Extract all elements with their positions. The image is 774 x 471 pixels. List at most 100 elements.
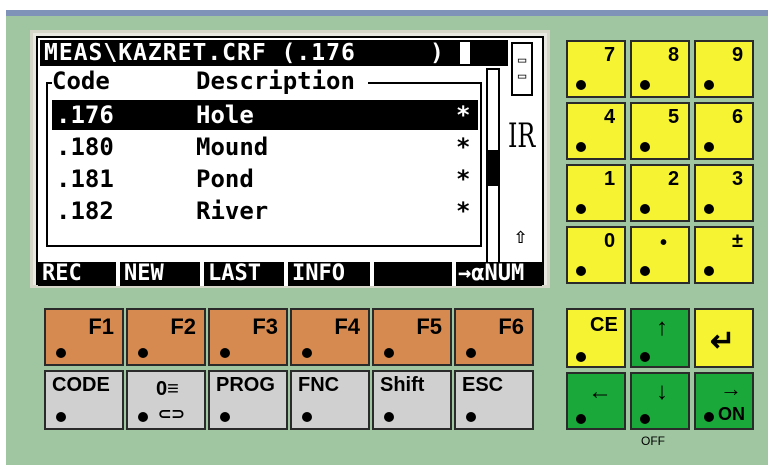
key-dot: [302, 412, 312, 422]
code-key[interactable]: CODE: [44, 370, 124, 430]
function-key-label: F4: [334, 314, 360, 339]
key-dot: [704, 80, 714, 90]
key-label: 6: [732, 106, 744, 128]
key-dot: [576, 204, 586, 214]
title-paren: ): [430, 40, 445, 66]
key-dot: [640, 80, 650, 90]
key-point[interactable]: •: [630, 226, 690, 284]
display-screen: MEAS\KAZRET.CRF (.176 ) ▭▭ IR Code Descr…: [36, 36, 544, 286]
up-arrow-key[interactable]: ↑: [630, 308, 690, 368]
row-code: .176: [56, 101, 114, 129]
function-key-f5[interactable]: F5: [372, 308, 452, 366]
key-dot: [56, 412, 66, 422]
key-dot: [466, 348, 476, 358]
battery-icon: ▭▭: [511, 42, 533, 96]
code-row[interactable]: .180 Mound *: [52, 132, 478, 162]
key-6[interactable]: 6: [694, 102, 754, 160]
key-label: FNC: [298, 374, 340, 396]
softkey-alpha-num[interactable]: →αNUM: [458, 262, 524, 286]
down-arrow-key[interactable]: ↓: [630, 372, 690, 430]
key-label: 4: [604, 106, 616, 128]
key-dot: [640, 266, 650, 276]
key-5[interactable]: 5: [630, 102, 690, 160]
right-on-key[interactable]: → ON: [694, 372, 754, 430]
softkey-divider: [370, 262, 374, 286]
row-flag: *: [456, 101, 471, 129]
function-key-label: F3: [252, 314, 278, 339]
row-description: Hole: [196, 101, 254, 129]
key-dot: [138, 348, 148, 358]
key-label: Shift: [380, 374, 425, 396]
on-label: ON: [718, 404, 745, 424]
shift-key[interactable]: Shift: [372, 370, 452, 430]
code-row[interactable]: .181 Pond *: [52, 164, 478, 194]
key-2[interactable]: 2: [630, 164, 690, 222]
function-key-f2[interactable]: F2: [126, 308, 206, 366]
key-dot: [640, 352, 650, 362]
key-dot: [56, 348, 66, 358]
key-1[interactable]: 1: [566, 164, 626, 222]
key-label: CODE: [52, 374, 110, 396]
key-dot: [576, 266, 586, 276]
level-icon: ⊂⊃: [158, 406, 185, 423]
key-label: 1: [604, 168, 616, 190]
row-description: Pond: [196, 165, 254, 193]
row-flag: *: [456, 165, 471, 193]
key-4[interactable]: 4: [566, 102, 626, 160]
key-9[interactable]: 9: [694, 40, 754, 98]
softkey-info[interactable]: INFO: [292, 262, 345, 286]
function-key-label: F5: [416, 314, 442, 339]
key-dot: [384, 348, 394, 358]
key-dot: [704, 412, 714, 422]
left-arrow-key[interactable]: ←: [566, 372, 626, 430]
key-3[interactable]: 3: [694, 164, 754, 222]
key-dot: [576, 80, 586, 90]
key-dot: [704, 142, 714, 152]
key-label: 0: [604, 230, 616, 252]
key-label: 5: [668, 106, 680, 128]
survey-tool-key[interactable]: 0≡ ⊂⊃: [126, 370, 206, 430]
key-dot: [220, 348, 230, 358]
softkey-divider: [200, 262, 204, 286]
key-label: ESC: [462, 374, 504, 396]
key-dot: [384, 412, 394, 422]
function-key-f4[interactable]: F4: [290, 308, 370, 366]
key-label: 3: [732, 168, 744, 190]
softkey-new[interactable]: NEW: [124, 262, 164, 286]
title-bar: MEAS\KAZRET.CRF (.176 ): [40, 40, 508, 66]
ce-label: CE: [590, 314, 618, 336]
function-key-f1[interactable]: F1: [44, 308, 124, 366]
softkey-rec[interactable]: REC: [42, 262, 82, 286]
scroll-up-icon: ⇧: [514, 224, 528, 249]
row-code: .180: [56, 133, 114, 161]
fnc-key[interactable]: FNC: [290, 370, 370, 430]
softkey-divider: [116, 262, 120, 286]
enter-key[interactable]: ↵: [694, 308, 754, 368]
row-description: Mound: [196, 133, 269, 161]
key-8[interactable]: 8: [630, 40, 690, 98]
softkey-last[interactable]: LAST: [208, 262, 261, 286]
scrollbar-thumb[interactable]: [488, 150, 498, 186]
key-dot: [640, 414, 650, 424]
function-key-f3[interactable]: F3: [208, 308, 288, 366]
key-0[interactable]: 0: [566, 226, 626, 284]
up-arrow-icon: ↑: [656, 314, 668, 341]
key-7[interactable]: 7: [566, 40, 626, 98]
ce-key[interactable]: CE: [566, 308, 626, 368]
prog-key[interactable]: PROG: [208, 370, 288, 430]
softkey-divider: [284, 262, 288, 286]
key-dot: [302, 348, 312, 358]
esc-key[interactable]: ESC: [454, 370, 534, 430]
key-plus-minus[interactable]: ±: [694, 226, 754, 284]
list-border: [368, 82, 482, 84]
key-dot: [576, 142, 586, 152]
function-key-f6[interactable]: F6: [454, 308, 534, 366]
code-row[interactable]: .182 River *: [52, 196, 478, 226]
column-header-description: Description: [196, 67, 355, 95]
enter-icon: ↵: [710, 325, 736, 358]
function-key-label: F6: [498, 314, 524, 339]
list-scrollbar[interactable]: [486, 68, 500, 270]
row-code: .181: [56, 165, 114, 193]
code-row[interactable]: .176 Hole *: [52, 100, 478, 130]
key-dot: [704, 266, 714, 276]
